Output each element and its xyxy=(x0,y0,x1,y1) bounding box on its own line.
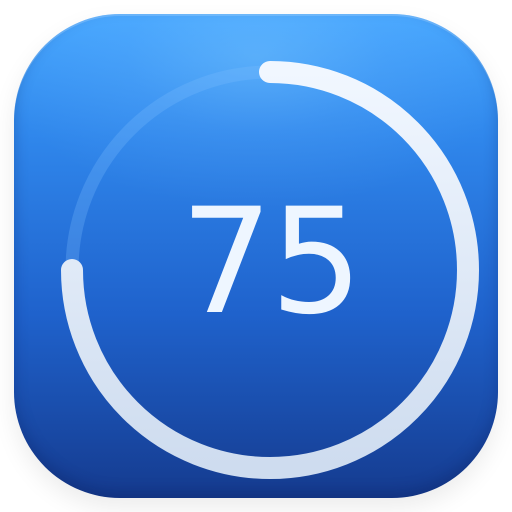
app-icon-canvas: 75 xyxy=(0,0,512,512)
progress-gauge: 75 xyxy=(61,61,479,479)
app-icon[interactable]: 75 xyxy=(14,14,498,498)
gauge-value-label: 75 xyxy=(180,177,360,347)
